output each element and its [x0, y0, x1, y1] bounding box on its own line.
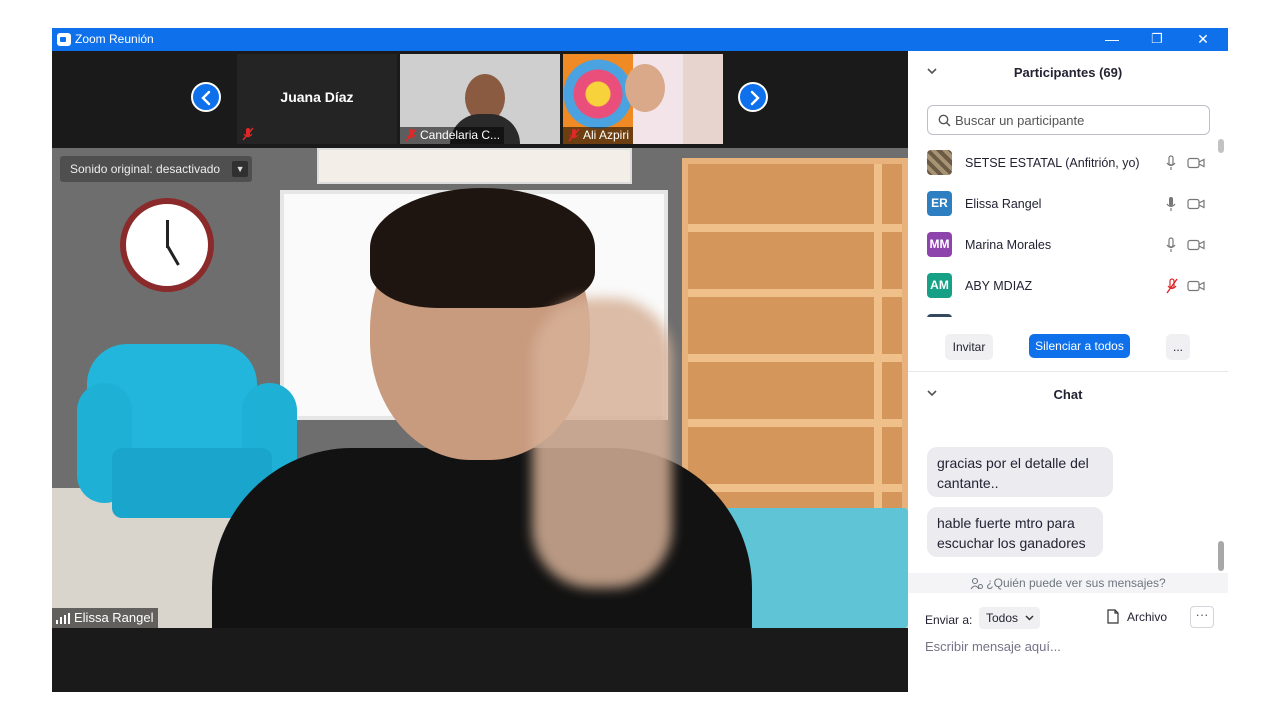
- participant-row[interactable]: [908, 307, 1218, 317]
- close-button[interactable]: ✕: [1181, 28, 1225, 51]
- bookshelf: [682, 158, 908, 538]
- clock-icon: [120, 198, 214, 292]
- signal-strength-icon: [56, 613, 70, 624]
- avatar: AM: [927, 273, 952, 298]
- chat-scrollbar[interactable]: [1218, 443, 1224, 571]
- chat-message[interactable]: gracias por el detalle del cantante..: [927, 447, 1113, 497]
- file-button[interactable]: Archivo: [1104, 606, 1167, 628]
- participant-name: Elissa Rangel: [965, 197, 1042, 211]
- speaker-hand: [532, 298, 672, 588]
- mic-muted-icon: [568, 128, 580, 142]
- chevron-down-icon: [1025, 615, 1034, 621]
- next-page-button[interactable]: [738, 82, 768, 112]
- mute-all-button[interactable]: Silenciar a todos: [1029, 334, 1130, 358]
- avatar: [927, 150, 952, 175]
- video-tile-candelaria[interactable]: Candelaria C...: [400, 54, 560, 144]
- original-sound-toggle[interactable]: Sonido original: desactivado ▼: [60, 156, 253, 182]
- message-visibility-info[interactable]: ¿Quién puede ver sus mensajes?: [908, 573, 1228, 593]
- camera-icon[interactable]: [1187, 280, 1205, 292]
- camera-icon[interactable]: [1187, 239, 1205, 251]
- avatar: [927, 314, 952, 317]
- file-icon: [1107, 609, 1119, 624]
- previous-page-button[interactable]: [191, 82, 221, 112]
- mic-muted-icon: [405, 128, 417, 142]
- more-options-button[interactable]: ...: [1166, 334, 1190, 360]
- gallery-strip: Juana Díaz Candelaria C... Ali Azpiri: [52, 51, 908, 146]
- zoom-logo-icon: [57, 33, 71, 46]
- tile-name: Juana Díaz: [280, 89, 354, 105]
- active-speaker-video[interactable]: Sonido original: desactivado ▼ Elissa Ra…: [52, 148, 908, 628]
- mic-muted-icon: [242, 127, 254, 141]
- participants-scrollbar[interactable]: [1218, 139, 1224, 317]
- send-to-label: Enviar a:: [925, 613, 973, 627]
- side-panel: Participantes (69) SETSE ESTATAL (Anfitr…: [908, 51, 1228, 692]
- mic-icon[interactable]: [1165, 237, 1177, 253]
- mic-icon[interactable]: [1165, 155, 1177, 171]
- chat-messages: gracias por el detalle del cantante.. ha…: [908, 443, 1220, 571]
- title-bar: Zoom Reunión — ❐ ✕: [52, 28, 1228, 51]
- participant-name: ABY MDIAZ: [965, 279, 1033, 293]
- search-icon: [938, 114, 951, 127]
- search-input[interactable]: [955, 111, 1200, 129]
- chat-title: Chat: [1053, 387, 1083, 402]
- background-wall: [683, 54, 723, 144]
- chevron-right-icon: [750, 90, 760, 106]
- minimize-button[interactable]: —: [1090, 28, 1134, 51]
- participant-row[interactable]: SETSE ESTATAL (Anfitrión, yo): [908, 143, 1218, 184]
- video-tile-juana[interactable]: Juana Díaz: [237, 54, 397, 144]
- avatar: MM: [927, 232, 952, 257]
- window-title: Zoom Reunión: [75, 32, 154, 46]
- chat-more-button[interactable]: ···: [1190, 606, 1214, 628]
- video-tile-ali[interactable]: Ali Azpiri: [563, 54, 723, 144]
- participants-list: SETSE ESTATAL (Anfitrión, yo) ER Elissa …: [908, 143, 1218, 317]
- invite-button[interactable]: Invitar: [945, 334, 993, 360]
- avatar: ER: [927, 191, 952, 216]
- participants-header: Participantes (69): [908, 51, 1228, 93]
- send-to-select[interactable]: Todos: [979, 607, 1041, 629]
- speaker-name-label: Elissa Rangel: [52, 608, 158, 628]
- participant-face: [625, 64, 665, 112]
- mic-muted-icon[interactable]: [1165, 278, 1179, 294]
- participant-row[interactable]: AM ABY MDIAZ: [908, 266, 1218, 307]
- camera-icon[interactable]: [1187, 157, 1205, 169]
- participant-row[interactable]: MM Marina Morales: [908, 225, 1218, 266]
- zoom-window: Zoom Reunión — ❐ ✕ Juana Díaz Candelaria…: [52, 28, 1228, 692]
- speaker-hair: [370, 188, 595, 308]
- participant-name: Marina Morales: [965, 238, 1052, 252]
- person-icon: [970, 577, 984, 590]
- participants-title: Participantes (69): [1013, 65, 1123, 80]
- alphabet-banner: [317, 148, 632, 184]
- mic-icon[interactable]: [1165, 196, 1177, 212]
- chat-message[interactable]: hable fuerte mtro para escuchar los gana…: [927, 507, 1103, 557]
- chevron-left-icon: [201, 90, 211, 106]
- original-sound-label: Sonido original: desactivado: [70, 162, 221, 176]
- chat-input[interactable]: [925, 636, 1215, 656]
- restore-button[interactable]: ❐: [1135, 28, 1179, 51]
- chat-header: Chat: [908, 373, 1228, 415]
- video-area: Juana Díaz Candelaria C... Ali Azpiri So…: [52, 51, 908, 692]
- participant-name: SETSE ESTATAL (Anfitrión, yo): [965, 156, 1140, 170]
- divider: [908, 371, 1228, 372]
- camera-icon[interactable]: [1187, 198, 1205, 210]
- participant-row[interactable]: ER Elissa Rangel: [908, 184, 1218, 225]
- chevron-down-icon[interactable]: ▼: [232, 161, 249, 177]
- participant-search[interactable]: [927, 105, 1210, 135]
